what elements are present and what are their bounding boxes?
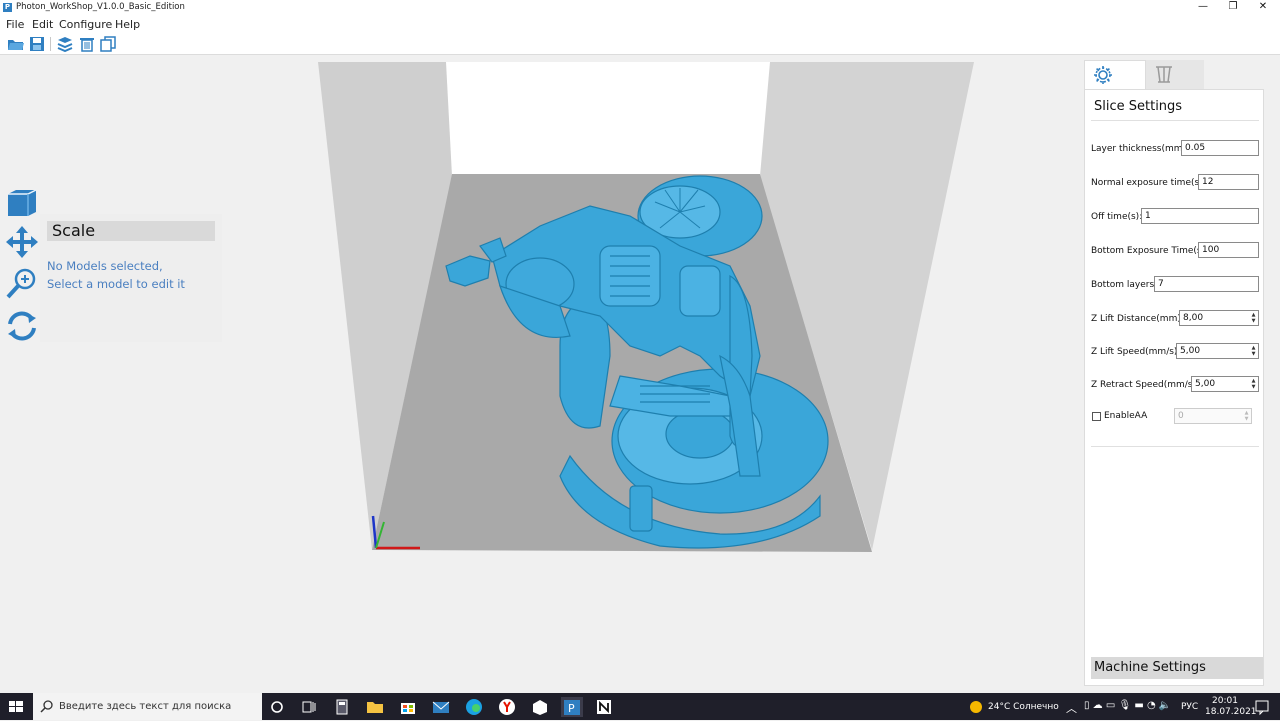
notion-icon[interactable]: [594, 697, 614, 717]
off-time-input[interactable]: 1: [1141, 208, 1259, 224]
mail-icon[interactable]: [431, 697, 451, 717]
language-indicator[interactable]: РУС: [1181, 702, 1198, 712]
z-lift-distance-stepper[interactable]: 8,00 ▲ ▼: [1179, 310, 1259, 326]
z-retract-speed-value: 5,00: [1195, 379, 1216, 389]
spin-arrows-icon[interactable]: ▲ ▼: [1250, 378, 1257, 390]
z-retract-speed-label: Z Retract Speed(mm/s):: [1091, 380, 1200, 390]
3d-viewport[interactable]: [260, 56, 1080, 566]
cortana-icon[interactable]: [267, 697, 287, 717]
spin-arrows-icon[interactable]: ▲ ▼: [1250, 312, 1257, 324]
menu-bar: File Edit Configure Help: [0, 15, 1280, 33]
z-lift-distance-value: 8,00: [1183, 313, 1204, 323]
open-folder-icon[interactable]: [7, 36, 25, 52]
menu-configure[interactable]: Configure: [59, 18, 112, 31]
normal-exposure-input[interactable]: 12: [1198, 174, 1259, 190]
system-tray-icons[interactable]: ▯ ☁ ▭ 🎙 ▬ ◔ 🔈: [1084, 700, 1171, 711]
normal-exposure-label: Normal exposure time(s):: [1091, 178, 1206, 188]
off-time-label: Off time(s):: [1091, 212, 1143, 222]
weather-text[interactable]: 24°C Солнечно: [988, 702, 1059, 712]
scale-icon[interactable]: [4, 266, 40, 302]
aa-level-value: 0: [1178, 411, 1184, 421]
calculator-icon[interactable]: [332, 697, 352, 717]
bottom-exposure-label: Bottom Exposure Time(s):: [1091, 246, 1209, 256]
gear-icon: [1094, 66, 1112, 84]
slice-settings-box: Slice Settings Layer thickness(mm): 0.05…: [1084, 89, 1264, 686]
title-bar: P Photon_WorkShop_V1.0.0_Basic_Edition —…: [0, 0, 1280, 15]
scale-panel: Scale No Models selected, Select a model…: [40, 214, 222, 342]
spin-arrows-icon: ▲ ▼: [1244, 410, 1249, 422]
z-lift-distance-label: Z Lift Distance(mm):: [1091, 314, 1184, 324]
bottom-exposure-input[interactable]: 100: [1198, 242, 1259, 258]
clock-time[interactable]: 20:01: [1212, 696, 1238, 706]
bottom-layers-input[interactable]: 7: [1154, 276, 1259, 292]
bottom-layers-label: Bottom layers:: [1091, 280, 1158, 290]
yandex-browser-icon[interactable]: [497, 697, 517, 717]
select-model-hint: Select a model to edit it: [47, 277, 185, 291]
machine-settings-button[interactable]: Machine Settings: [1091, 657, 1263, 679]
window-title: Photon_WorkShop_V1.0.0_Basic_Edition: [16, 2, 185, 12]
divider: [1091, 446, 1259, 447]
layer-thickness-label: Layer thickness(mm):: [1091, 144, 1190, 154]
windows-start-icon[interactable]: [6, 697, 26, 717]
spin-arrows-icon[interactable]: ▲ ▼: [1250, 345, 1257, 357]
tab-slice-settings[interactable]: [1084, 60, 1146, 89]
z-lift-speed-stepper[interactable]: 5,00 ▲ ▼: [1176, 343, 1259, 359]
menu-help[interactable]: Help: [115, 18, 140, 31]
cube-view-icon[interactable]: [4, 186, 40, 222]
settings-panel: Slice Settings Layer thickness(mm): 0.05…: [1084, 60, 1264, 686]
edge-browser-icon[interactable]: [464, 697, 484, 717]
enable-aa-checkbox[interactable]: [1092, 412, 1101, 421]
z-lift-speed-label: Z Lift Speed(mm/s):: [1091, 347, 1181, 357]
layer-thickness-input[interactable]: 0.05: [1181, 140, 1259, 156]
tab-supports[interactable]: [1146, 60, 1204, 89]
app-logo-icon: P: [3, 3, 12, 12]
close-button[interactable]: ✕: [1240, 0, 1280, 15]
enable-aa-label: EnableAA: [1104, 411, 1148, 421]
clock-date[interactable]: 18.07.2021: [1205, 707, 1257, 717]
divider: [1091, 120, 1259, 121]
taskbar-search-input[interactable]: Введите здесь текст для поиска: [33, 693, 262, 720]
menu-edit[interactable]: Edit: [32, 18, 53, 31]
file-explorer-icon[interactable]: [365, 697, 385, 717]
scale-panel-title: Scale: [47, 221, 215, 241]
save-icon[interactable]: [28, 36, 46, 52]
store-icon[interactable]: [398, 697, 418, 717]
toolbar-divider: [50, 37, 51, 51]
supports-icon: [1156, 66, 1172, 83]
weather-sun-icon[interactable]: [966, 697, 986, 717]
taskbar: Введите здесь текст для поиска P 24°C Со…: [0, 693, 1280, 720]
toolbar: [0, 33, 1280, 55]
delete-icon[interactable]: [78, 36, 96, 52]
package-icon[interactable]: [530, 697, 550, 717]
chevron-up-icon[interactable]: ︿: [1066, 700, 1077, 716]
z-retract-speed-stepper[interactable]: 5,00 ▲ ▼: [1191, 376, 1259, 392]
photon-workshop-taskbar-icon[interactable]: P: [561, 697, 583, 717]
search-placeholder: Введите здесь текст для поиска: [59, 701, 232, 712]
search-icon: [40, 700, 53, 713]
svg-text:P: P: [568, 702, 575, 715]
z-lift-speed-value: 5,00: [1180, 346, 1201, 356]
rotate-icon[interactable]: [4, 308, 40, 344]
copy-icon[interactable]: [99, 36, 117, 52]
slice-settings-title: Slice Settings: [1094, 99, 1183, 114]
slice-layers-icon[interactable]: [56, 36, 74, 53]
no-selection-message: No Models selected,: [47, 259, 163, 273]
task-view-icon[interactable]: [299, 697, 319, 717]
aa-level-stepper: 0 ▲ ▼: [1174, 408, 1252, 424]
move-icon[interactable]: [4, 224, 40, 260]
menu-file[interactable]: File: [6, 18, 24, 31]
notifications-icon[interactable]: [1252, 697, 1272, 717]
